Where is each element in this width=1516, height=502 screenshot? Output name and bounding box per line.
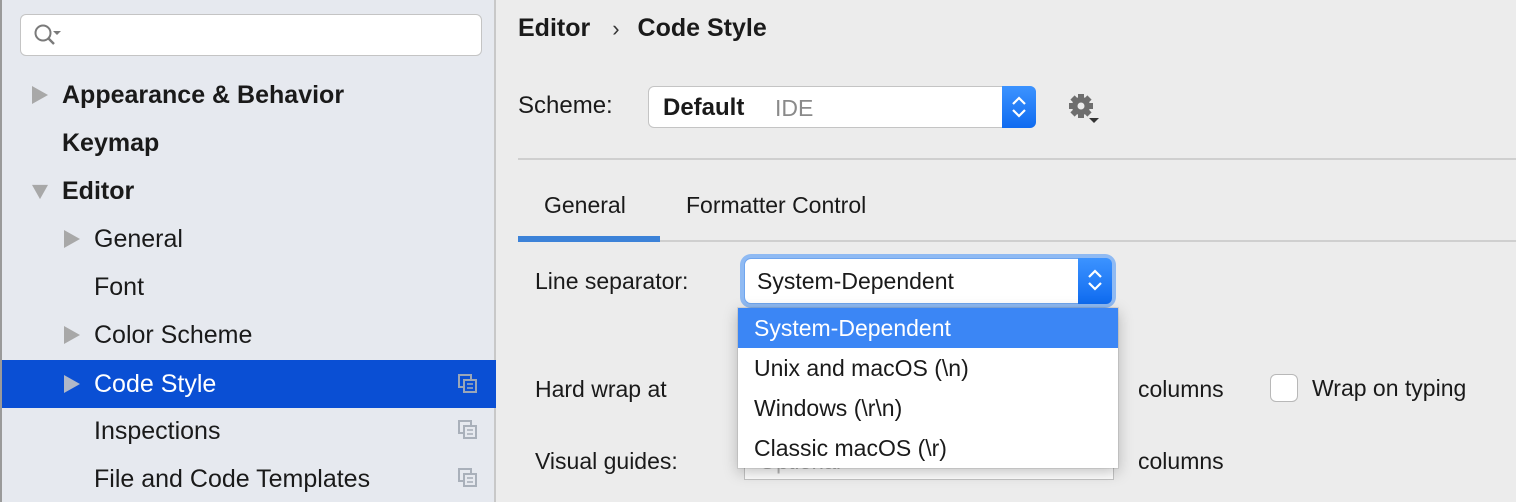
hard-wrap-label: Hard wrap at [535,376,667,402]
line-separator-dropdown-menu: System-Dependent Unix and macOS (\n) Win… [738,308,1118,468]
dropdown-option-unix-macos[interactable]: Unix and macOS (\n) [738,348,1118,388]
expand-arrow-icon[interactable] [64,326,80,344]
tab-active-indicator [518,236,660,242]
section-divider [518,158,1516,160]
scheme-label: Scheme: [518,92,613,119]
scheme-copy-icon [458,420,477,439]
sidebar-item-inspections[interactable]: Inspections [2,408,496,454]
expand-arrow-icon[interactable] [32,86,48,104]
dropdown-option-classic-macos[interactable]: Classic macOS (\r) [738,428,1118,468]
settings-search-input[interactable] [69,21,473,51]
scheme-select-stepper[interactable] [1002,86,1036,128]
updown-chevron-icon [1012,96,1026,118]
breadcrumb-parent[interactable]: Editor [518,14,590,43]
sidebar-item-font[interactable]: Font [2,264,496,310]
sidebar-item-label: Font [94,272,145,301]
breadcrumb: Editor › Code Style [518,14,767,43]
breadcrumb-current: Code Style [637,14,767,42]
sidebar-item-label: Code Style [94,369,217,398]
sidebar-item-general[interactable]: General [2,216,496,262]
scheme-name: Default [663,94,745,121]
sidebar-item-file-code-templates[interactable]: File and Code Templates [2,456,496,502]
dropdown-option-windows[interactable]: Windows (\r\n) [738,388,1118,428]
hard-wrap-columns-label: columns [1138,376,1224,402]
wrap-on-typing-label[interactable]: Wrap on typing [1312,375,1466,402]
settings-sidebar: Appearance & Behavior Keymap Editor Gene… [0,0,496,502]
search-icon[interactable] [33,23,63,49]
line-separator-value: System-Dependent [757,268,954,294]
breadcrumb-separator-icon: › [612,15,620,41]
wrap-on-typing-checkbox[interactable] [1270,374,1298,402]
expand-arrow-icon[interactable] [64,230,80,248]
scheme-copy-icon [458,374,477,393]
updown-chevron-icon [1088,269,1102,291]
scheme-tag: IDE [775,95,814,121]
tab-strip-border [518,240,1516,242]
sidebar-item-label: File and Code Templates [94,464,371,493]
settings-search-field[interactable] [20,14,482,56]
collapse-arrow-icon[interactable] [32,183,48,201]
sidebar-item-keymap[interactable]: Keymap [2,120,496,166]
sidebar-item-editor[interactable]: Editor [2,168,496,214]
line-separator-stepper[interactable] [1078,258,1112,304]
gear-icon[interactable] [1066,92,1102,126]
line-separator-select[interactable]: System-Dependent [744,258,1112,304]
visual-guides-columns-label: columns [1138,448,1224,474]
sidebar-item-label: Inspections [94,416,221,445]
sidebar-item-code-style[interactable]: Code Style [2,360,496,408]
visual-guides-label: Visual guides: [535,448,678,474]
sidebar-item-label: Keymap [62,128,160,157]
sidebar-item-appearance-behavior[interactable]: Appearance & Behavior [2,72,496,118]
scheme-copy-icon [458,468,477,487]
tab-general[interactable]: General [544,192,626,219]
sidebar-item-label: Appearance & Behavior [62,80,345,109]
sidebar-item-label: General [94,224,183,253]
sidebar-item-label: Editor [62,176,135,205]
expand-arrow-icon[interactable] [64,375,80,393]
dropdown-option-system-dependent[interactable]: System-Dependent [738,308,1118,348]
scheme-select[interactable]: Default IDE [648,86,1036,128]
sidebar-item-label: Color Scheme [94,320,253,349]
tab-formatter-control[interactable]: Formatter Control [686,192,866,219]
sidebar-item-color-scheme[interactable]: Color Scheme [2,312,496,358]
line-separator-label: Line separator: [535,268,689,294]
